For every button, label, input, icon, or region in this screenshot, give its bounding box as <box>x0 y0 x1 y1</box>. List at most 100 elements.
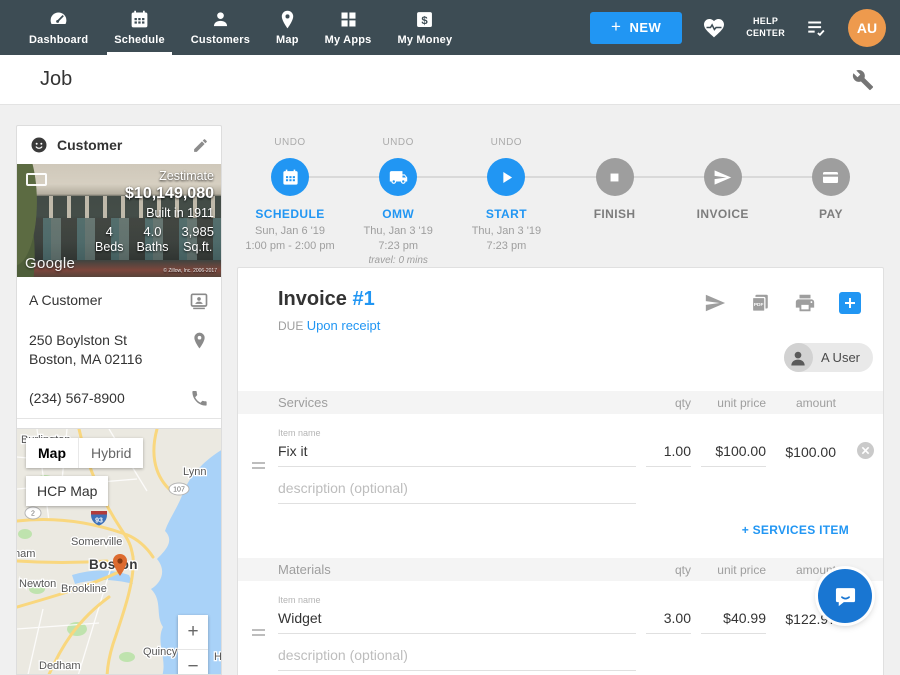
services-title: Services <box>278 395 636 410</box>
item-name-label: Item name <box>278 595 636 605</box>
materials-header-bar: Materials qty unit price amount <box>238 558 883 581</box>
finish-step-label: FINISH <box>594 207 636 221</box>
apps-grid-icon <box>338 9 359 30</box>
job-timeline: UNDO SCHEDULE Sun, Jan 6 '191:00 pm - 2:… <box>237 125 884 267</box>
customer-name: A Customer <box>29 291 102 310</box>
omw-travel-time: travel: 0 mins <box>368 255 427 266</box>
map-label-right-fragment: Hi <box>214 651 222 663</box>
edit-pencil-icon[interactable] <box>192 137 209 154</box>
new-button[interactable]: + NEW <box>590 12 682 44</box>
contact-card-icon[interactable] <box>189 291 209 311</box>
route-2-shield: 2 <box>25 507 41 519</box>
invoice-actions: PDF <box>704 288 861 333</box>
invoice-step-button[interactable] <box>704 158 742 196</box>
map-type-map-button[interactable]: Map <box>26 438 78 468</box>
customer-address-row: 250 Boylston St Boston, MA 02116 <box>17 321 221 379</box>
delete-service-item-button[interactable] <box>857 442 874 459</box>
service-line-item: Item name $100.00 <box>238 414 883 504</box>
drag-handle-icon[interactable] <box>252 462 265 469</box>
beds-label: Beds <box>95 240 124 254</box>
nav-item-my-money[interactable]: $ My Money <box>385 0 466 55</box>
activity-list-icon[interactable] <box>804 17 829 39</box>
start-step-button[interactable] <box>487 158 525 196</box>
timeline-step-pay: PAY <box>778 137 884 267</box>
chat-fab-button[interactable] <box>818 569 872 623</box>
customer-phone: (234) 567-8900 <box>29 389 125 408</box>
item-name-label: Item name <box>278 428 636 438</box>
service-amount: $100.00 <box>776 444 836 467</box>
beds-value: 4 <box>95 224 124 239</box>
pay-step-button[interactable] <box>812 158 850 196</box>
invoice-card: Invoice #1 DUE Upon receipt PDF <box>237 267 884 675</box>
add-services-item-link[interactable]: + SERVICES ITEM <box>742 523 849 537</box>
health-heart-icon[interactable] <box>701 16 727 40</box>
assigned-user-chip[interactable]: A User <box>784 343 873 372</box>
materials-title: Materials <box>278 562 636 577</box>
zestimate-overlay: Zestimate $10,149,080 Built in 1911 4Bed… <box>95 169 214 254</box>
service-qty-input[interactable] <box>646 443 691 467</box>
customer-card-title: Customer <box>57 137 122 153</box>
invoice-step-label: INVOICE <box>697 207 749 221</box>
map-type-hybrid-button[interactable]: Hybrid <box>78 438 143 468</box>
send-invoice-icon[interactable] <box>704 292 726 314</box>
print-icon[interactable] <box>794 292 816 314</box>
add-invoice-button[interactable] <box>839 292 861 314</box>
map-label-brookline: Brookline <box>61 583 107 595</box>
property-photo[interactable]: Zestimate $10,149,080 Built in 1911 4Bed… <box>17 164 221 277</box>
nav-item-customers[interactable]: Customers <box>178 0 263 55</box>
nav-item-schedule[interactable]: Schedule <box>101 0 178 55</box>
invoice-header: Invoice #1 DUE Upon receipt PDF <box>238 268 883 333</box>
nav-label: Map <box>276 34 299 46</box>
play-icon <box>497 168 516 187</box>
nav-item-my-apps[interactable]: My Apps <box>312 0 385 55</box>
page-title: Job <box>40 68 72 91</box>
invoice-number-link[interactable]: #1 <box>352 288 374 310</box>
schedule-step-button[interactable] <box>271 158 309 196</box>
help-center-link[interactable]: HELP CENTER <box>746 16 785 39</box>
material-name-input[interactable] <box>278 610 636 634</box>
start-step-label: START <box>486 207 527 221</box>
qty-column-header: qty <box>646 396 691 410</box>
material-qty-input[interactable] <box>646 610 691 634</box>
map-label-somerville: Somerville <box>71 536 122 548</box>
finish-step-button[interactable] <box>596 158 634 196</box>
nav-item-dashboard[interactable]: Dashboard <box>16 0 101 55</box>
job-tools-icon[interactable] <box>852 69 874 91</box>
zoom-in-button[interactable]: + <box>178 615 208 649</box>
drag-handle-icon[interactable] <box>252 629 265 636</box>
nav-label: Customers <box>191 34 250 46</box>
sqft-value: 3,985 <box>181 224 214 239</box>
credit-card-icon <box>821 168 840 187</box>
undo-omw-link[interactable]: UNDO <box>382 137 413 150</box>
stop-icon <box>605 168 624 187</box>
service-description-input[interactable] <box>278 480 636 504</box>
service-unit-price-input[interactable] <box>701 443 766 467</box>
omw-step-button[interactable] <box>379 158 417 196</box>
undo-start-link[interactable]: UNDO <box>491 137 522 150</box>
map-label-lynn: Lynn <box>183 466 206 478</box>
undo-schedule-link[interactable]: UNDO <box>274 137 305 150</box>
material-unit-price-input[interactable] <box>701 610 766 634</box>
map-label-newton: Newton <box>19 578 56 590</box>
omw-step-label: OMW <box>382 207 414 221</box>
service-name-input[interactable] <box>278 443 636 467</box>
user-avatar[interactable]: AU <box>848 9 886 47</box>
zoom-out-button[interactable]: − <box>178 649 208 675</box>
location-pin-icon[interactable] <box>190 331 209 350</box>
nav-label: Dashboard <box>29 34 88 46</box>
customer-card-header: Customer <box>17 126 221 164</box>
nav-item-map[interactable]: Map <box>263 0 312 55</box>
services-header-bar: Services qty unit price amount <box>238 391 883 414</box>
material-description-input[interactable] <box>278 647 636 671</box>
customer-face-icon <box>29 135 49 155</box>
timeline-step-start: UNDO START Thu, Jan 3 '197:23 pm <box>453 137 559 267</box>
phone-icon[interactable] <box>190 389 209 408</box>
baths-label: Baths <box>136 240 168 254</box>
nav-label: My Apps <box>325 34 372 46</box>
zestimate-label: Zestimate <box>95 169 214 183</box>
pdf-icon[interactable]: PDF <box>749 292 771 314</box>
main-content: UNDO SCHEDULE Sun, Jan 6 '191:00 pm - 2:… <box>237 125 884 267</box>
map-label-waltham-fragment: ham <box>17 548 35 560</box>
hcp-map-button[interactable]: HCP Map <box>26 476 108 506</box>
due-value-link[interactable]: Upon receipt <box>307 318 381 333</box>
